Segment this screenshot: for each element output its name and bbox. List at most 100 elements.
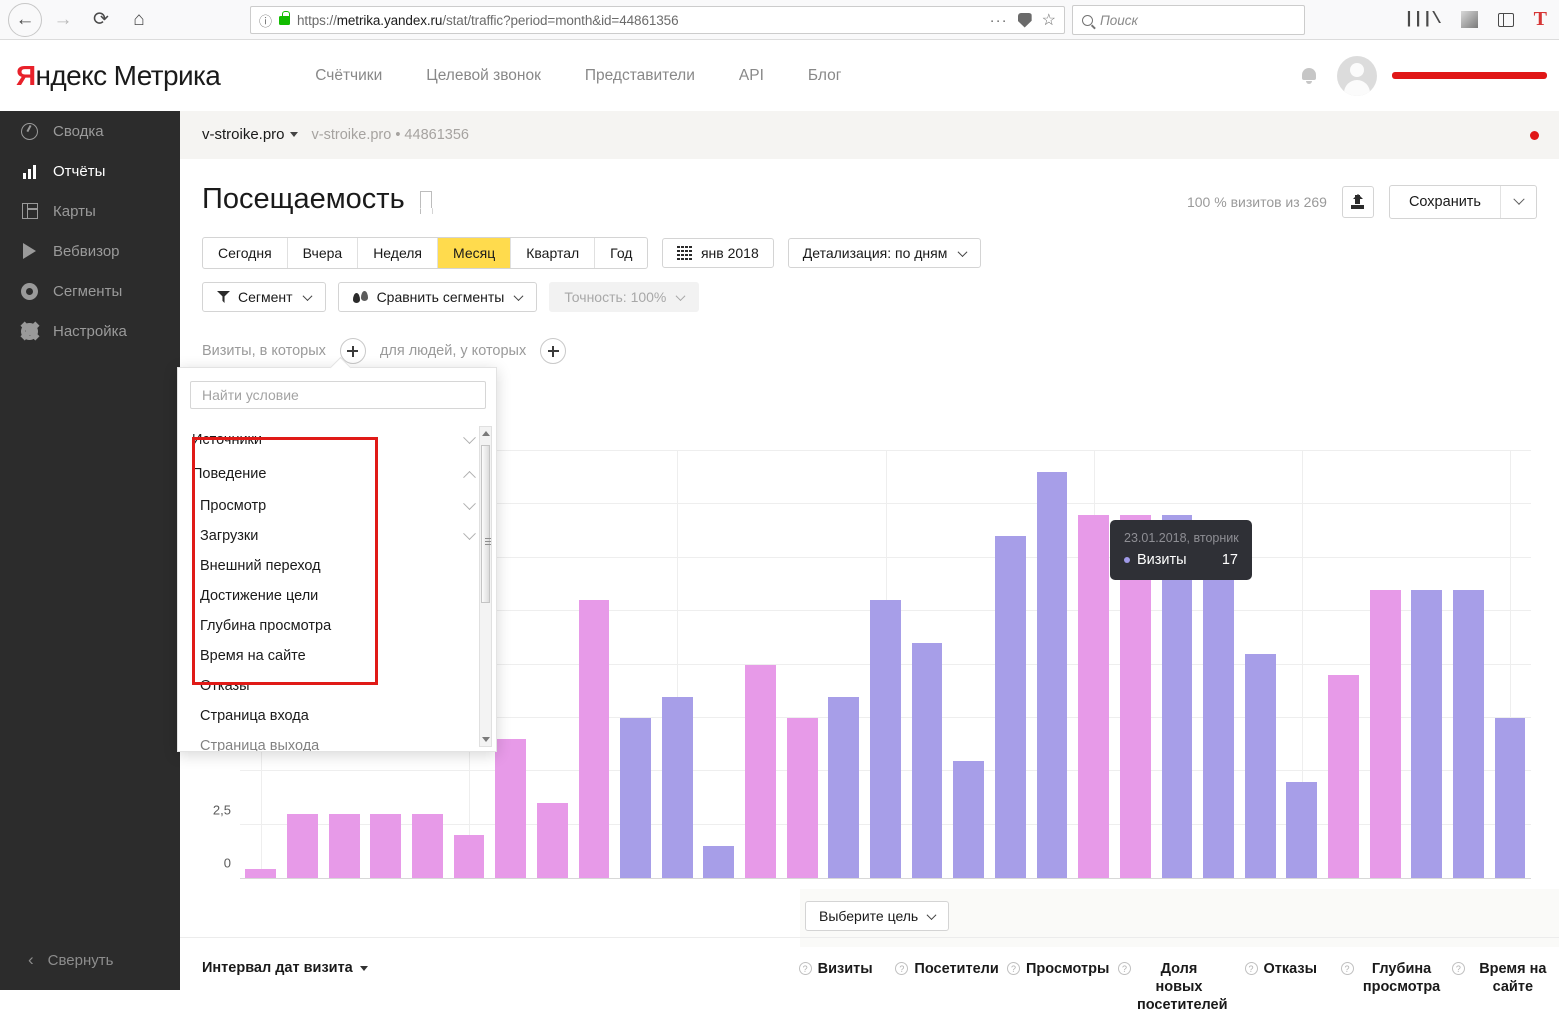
bookmark-icon[interactable] (420, 191, 433, 208)
sidebar-item-svodka[interactable]: Сводка (0, 111, 180, 151)
chart-bar[interactable] (745, 664, 776, 878)
chart-bar-slot[interactable] (1239, 451, 1281, 878)
help-icon[interactable]: ? (798, 962, 812, 975)
sidebar-item-vebvizor[interactable]: Вебвизор (0, 231, 180, 271)
condition-item-vremya-na-sayte[interactable]: Время на сайте (178, 641, 496, 671)
scroll-down-icon[interactable] (482, 737, 490, 742)
period-button-segodnya[interactable]: Сегодня (203, 238, 288, 268)
reload-icon[interactable]: ⟳ (84, 3, 118, 37)
condition-item-glubina-prosmotra[interactable]: Глубина просмотра (178, 611, 496, 641)
chart-bar-slot[interactable] (740, 451, 782, 878)
chart-bar[interactable] (828, 696, 860, 878)
info-icon[interactable]: ⓘ (259, 11, 272, 30)
forward-arrow-icon[interactable]: → (46, 3, 80, 37)
condition-category-istochniki[interactable]: Источники (178, 423, 496, 457)
calendar-button[interactable]: янв 2018 (662, 238, 774, 268)
chart-bar-slot[interactable] (1448, 451, 1490, 878)
chart-bar-slot[interactable] (531, 451, 573, 878)
chart-bar-slot[interactable] (865, 451, 907, 878)
sidebar-toggle-icon[interactable] (1497, 12, 1514, 27)
dropdown-scrollbar[interactable] (479, 426, 492, 747)
chart-bar[interactable] (911, 643, 943, 878)
chart-bar-slot[interactable] (1281, 451, 1323, 878)
help-icon[interactable]: ? (1117, 962, 1131, 975)
condition-item-stranica-vhoda[interactable]: Страница входа (178, 701, 496, 731)
yandex-metrika-logo[interactable]: Яндекс Метрика (16, 60, 221, 92)
sidebar-collapse-button[interactable]: ‹ Свернуть (0, 930, 180, 990)
help-icon[interactable]: ? (1007, 962, 1020, 975)
column-header-metric[interactable]: ? Отказы (1225, 960, 1336, 1014)
help-icon[interactable]: ? (1451, 962, 1465, 975)
chart-bar-slot[interactable] (781, 451, 823, 878)
counter-selector[interactable]: v-stroike.pro (202, 126, 298, 144)
condition-item-dostizhenie-celi[interactable]: Достижение цели (178, 581, 496, 611)
export-button[interactable] (1341, 186, 1374, 218)
condition-item-vneshniy-perehod[interactable]: Внешний переход (178, 551, 496, 581)
period-button-god[interactable]: Год (595, 238, 647, 268)
chart-bar-slot[interactable] (1364, 451, 1406, 878)
chart-bar[interactable] (786, 717, 818, 878)
sidebar-item-karty[interactable]: Карты (0, 191, 180, 231)
chart-bar[interactable] (578, 600, 610, 878)
column-header-dimension[interactable]: Интервал дат визита (180, 938, 780, 976)
nav-item-blog[interactable]: Блог (808, 67, 842, 85)
chart-bar[interactable] (1244, 653, 1276, 878)
scrollbar-thumb[interactable] (481, 445, 491, 603)
column-header-metric[interactable]: ? Просмотры (1003, 960, 1114, 1014)
chart-bar[interactable] (328, 813, 360, 878)
chart-bar[interactable] (1411, 589, 1443, 878)
browser-search-input[interactable]: Поиск (1072, 5, 1305, 35)
chart-bar-slot[interactable] (615, 451, 657, 878)
column-header-metric[interactable]: ? Глубина просмотра (1336, 960, 1447, 1014)
select-goal-dropdown[interactable]: Выберите цель (805, 901, 950, 931)
chart-bar[interactable] (661, 696, 693, 878)
condition-search-input[interactable]: Найти условие (190, 381, 486, 409)
chart-bar[interactable] (1036, 472, 1068, 878)
chart-bar[interactable] (1203, 568, 1234, 878)
home-icon[interactable]: ⌂ (122, 3, 156, 37)
chart-bar-slot[interactable] (1406, 451, 1448, 878)
chart-bar-slot[interactable] (1323, 451, 1365, 878)
nav-item-celevoy-zvonok[interactable]: Целевой звонок (426, 67, 541, 85)
chart-bar[interactable] (453, 835, 485, 878)
pocket-icon[interactable] (1017, 12, 1032, 28)
chart-bar-slot[interactable] (823, 451, 865, 878)
translate-icon[interactable]: T (1534, 8, 1547, 31)
chart-bar[interactable] (370, 813, 402, 878)
chart-bar[interactable] (870, 600, 901, 878)
back-arrow-icon[interactable]: ← (8, 2, 42, 37)
column-header-metric[interactable]: ? Визиты (780, 960, 891, 1014)
sidebar-item-otchety[interactable]: Отчёты (0, 151, 180, 191)
column-header-metric[interactable]: ? Время на сайте (1448, 960, 1559, 1014)
chart-bar-slot[interactable] (656, 451, 698, 878)
chart-bar[interactable] (994, 536, 1026, 878)
condition-item-prosmotr[interactable]: Просмотр (178, 491, 496, 521)
chart-bar[interactable] (1078, 515, 1110, 878)
column-header-metric[interactable]: ? Посетители (891, 960, 1002, 1014)
add-people-condition-button[interactable] (540, 338, 567, 364)
url-bar[interactable]: ⓘ https://metrika.yandex.ru/stat/traffic… (250, 6, 1065, 34)
chart-bar[interactable] (536, 803, 568, 878)
chart-bar[interactable] (411, 813, 443, 878)
accuracy-button[interactable]: Точность: 100% (549, 282, 700, 312)
chart-bar-slot[interactable] (698, 451, 740, 878)
condition-item-zagruzki[interactable]: Загрузки (178, 521, 496, 551)
nav-item-api[interactable]: API (739, 67, 764, 85)
chart-bar-slot[interactable] (1031, 451, 1073, 878)
scroll-up-icon[interactable] (482, 431, 490, 436)
chart-bar-slot[interactable] (948, 451, 990, 878)
compare-segments-button[interactable]: Сравнить сегменты (337, 282, 538, 312)
chart-bar-slot[interactable] (1489, 451, 1531, 878)
chart-bar-slot[interactable] (573, 451, 615, 878)
chart-bar[interactable] (1286, 781, 1318, 878)
period-button-kvartal[interactable]: Квартал (511, 238, 596, 268)
chart-bar[interactable] (495, 739, 527, 878)
bookmark-star-icon[interactable]: ☆ (1042, 10, 1056, 30)
chart-bar[interactable] (620, 717, 651, 878)
save-button[interactable]: Сохранить (1390, 186, 1500, 218)
detalization-dropdown[interactable]: Детализация: по дням (787, 238, 982, 268)
condition-item-stranica-vyhoda[interactable]: Страница выхода (178, 731, 496, 751)
chart-bar[interactable] (1328, 675, 1359, 878)
chart-bar-slot[interactable] (1156, 451, 1198, 878)
chart-bar-slot[interactable] (1198, 451, 1240, 878)
